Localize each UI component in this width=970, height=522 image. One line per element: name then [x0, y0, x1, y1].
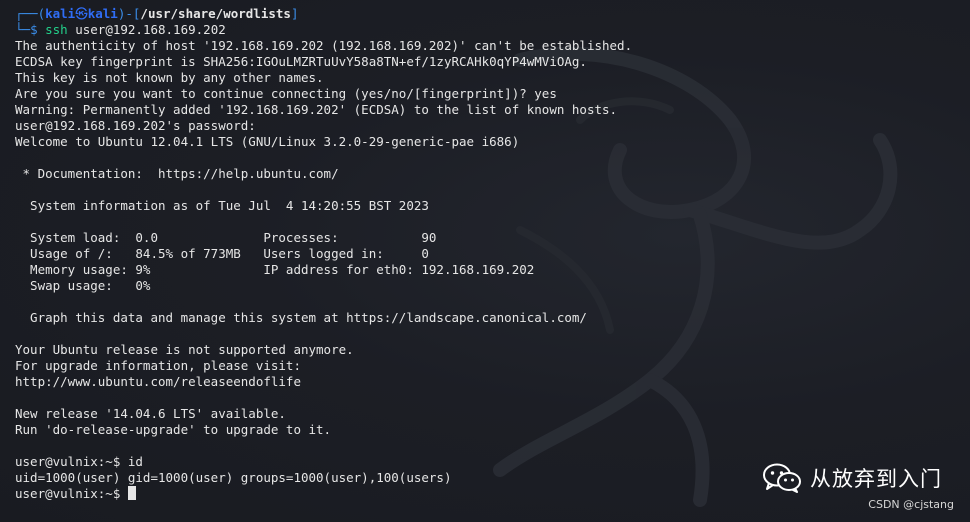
prompt-corner: └─ [15, 22, 31, 37]
prompt-host: kali [87, 6, 118, 21]
wechat-account-name: 从放弃到入门 [810, 467, 942, 491]
output-line: This key is not known by any other names… [15, 70, 324, 85]
output-line: Usage of /: 84.5% of 773MB Users logged … [15, 246, 429, 261]
prompt-box-left: ┌──( [15, 6, 46, 21]
prompt-user: kali [45, 6, 76, 21]
prompt-header-line: ┌──(kali㉿kali)-[/usr/share/wordlists] [15, 6, 965, 22]
output-line: New release '14.04.6 LTS' available. [15, 406, 286, 421]
prompt-command-line: └─$ ssh user@192.168.169.202 [15, 22, 965, 38]
prompt-box-close: ] [290, 6, 299, 21]
wechat-icon [763, 463, 801, 493]
output-line: Welcome to Ubuntu 12.04.1 LTS (GNU/Linux… [15, 134, 520, 149]
output-line: For upgrade information, please visit: [15, 358, 301, 373]
prompt-separator: )-[ [117, 6, 141, 21]
output-line: Swap usage: 0% [15, 278, 151, 293]
output-line: ECDSA key fingerprint is SHA256:IGOuLMZR… [15, 54, 587, 69]
output-line: http://www.ubuntu.com/releaseendoflife [15, 374, 301, 389]
output-line: user@192.168.169.202's password: [15, 118, 256, 133]
prompt-symbol: $ [30, 22, 38, 37]
output-line: Warning: Permanently added '192.168.169.… [15, 102, 618, 117]
output-line: System load: 0.0 Processes: 90 [15, 230, 437, 245]
output-line: Your Ubuntu release is not supported any… [15, 342, 354, 357]
csdn-credit: CSDN @cjstang [868, 498, 954, 511]
output-line: Are you sure you want to continue connec… [15, 86, 557, 101]
output-line: The authenticity of host '192.168.169.20… [15, 38, 633, 53]
prompt-at-symbol: ㉿ [75, 6, 88, 21]
terminal-output[interactable]: ┌──(kali㉿kali)-[/usr/share/wordlists] └─… [15, 6, 965, 502]
terminal-cursor[interactable] [127, 486, 136, 500]
command-name: ssh [45, 22, 68, 37]
output-line: Graph this data and manage this system a… [15, 310, 587, 325]
output-line: Memory usage: 9% IP address for eth0: 19… [15, 262, 535, 277]
final-prompt: user@vulnix:~$ [15, 486, 128, 501]
terminal-window[interactable]: ┌──(kali㉿kali)-[/usr/share/wordlists] └─… [0, 0, 970, 522]
prompt-cwd: /usr/share/wordlists [140, 6, 291, 21]
output-line: * Documentation: https://help.ubuntu.com… [15, 166, 339, 181]
command-args: user@192.168.169.202 [67, 22, 226, 37]
wechat-watermark: 从放弃到入门 [762, 463, 942, 493]
output-line: System information as of Tue Jul 4 14:20… [15, 198, 429, 213]
output-line: Run 'do-release-upgrade' to upgrade to i… [15, 422, 332, 437]
